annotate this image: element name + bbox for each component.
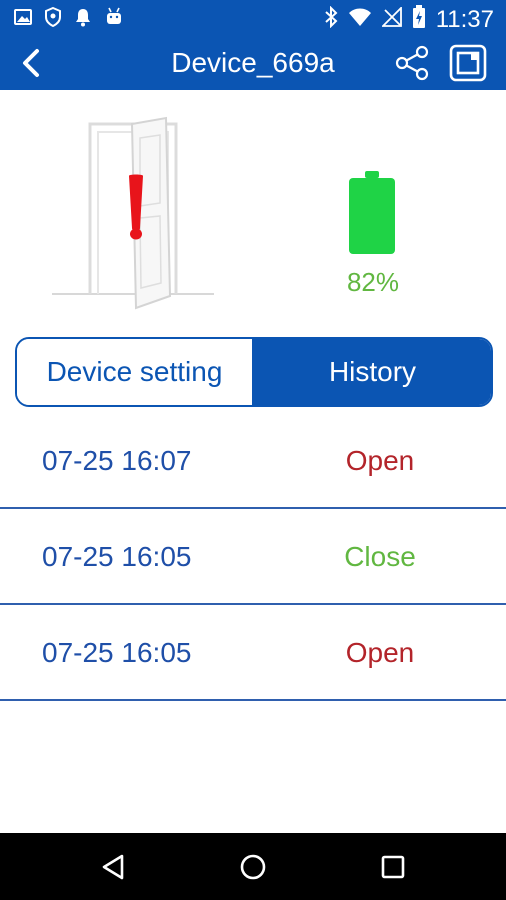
back-triangle-icon bbox=[102, 854, 124, 880]
nav-home-button[interactable] bbox=[233, 847, 273, 887]
history-time: 07-25 16:05 bbox=[42, 637, 192, 668]
open-door-alert-icon bbox=[52, 116, 214, 310]
history-state: Open bbox=[345, 445, 415, 476]
tab-history[interactable]: History bbox=[254, 339, 491, 405]
tab-device-setting[interactable]: Device setting bbox=[17, 339, 254, 405]
battery-percentage: 82% bbox=[346, 267, 400, 297]
history-list: 07-25 16:07 Open 07-25 16:05 Close 07-25… bbox=[0, 413, 506, 701]
app-bar: Device_669a bbox=[0, 36, 506, 90]
nav-recents-button[interactable] bbox=[373, 847, 413, 887]
list-item[interactable]: 07-25 16:05 Open bbox=[0, 605, 506, 701]
history-time: 07-25 16:05 bbox=[42, 541, 192, 572]
navigation-bar bbox=[0, 833, 506, 900]
battery-icon bbox=[349, 171, 395, 254]
edit-icon bbox=[449, 44, 487, 82]
home-circle-icon bbox=[240, 854, 266, 880]
nav-back-button[interactable] bbox=[93, 847, 133, 887]
battery-indicator bbox=[346, 170, 398, 256]
status-bar-system: 11:37 bbox=[324, 5, 494, 34]
share-button[interactable] bbox=[390, 42, 434, 84]
tab-switcher: Device setting History bbox=[15, 337, 493, 407]
list-item[interactable]: 07-25 16:07 Open bbox=[0, 413, 506, 509]
status-bar-notifications bbox=[14, 6, 124, 32]
list-item[interactable]: 07-25 16:05 Close bbox=[0, 509, 506, 605]
history-state: Close bbox=[344, 541, 416, 572]
no-signal-icon bbox=[380, 5, 402, 32]
android-icon bbox=[104, 7, 124, 32]
status-bar: 11:37 bbox=[0, 0, 506, 36]
wifi-icon bbox=[348, 7, 372, 32]
battery-charging-icon bbox=[412, 5, 426, 34]
image-icon bbox=[14, 8, 32, 31]
recents-square-icon bbox=[381, 855, 405, 879]
status-time: 11:37 bbox=[435, 5, 494, 33]
bluetooth-icon bbox=[324, 5, 338, 33]
door-status-illustration bbox=[48, 108, 218, 313]
bell-icon bbox=[74, 7, 92, 32]
history-state: Open bbox=[345, 637, 415, 668]
edit-button[interactable] bbox=[448, 43, 488, 83]
history-time: 07-25 16:07 bbox=[42, 445, 192, 476]
shield-icon bbox=[44, 6, 62, 32]
share-icon bbox=[395, 45, 429, 81]
